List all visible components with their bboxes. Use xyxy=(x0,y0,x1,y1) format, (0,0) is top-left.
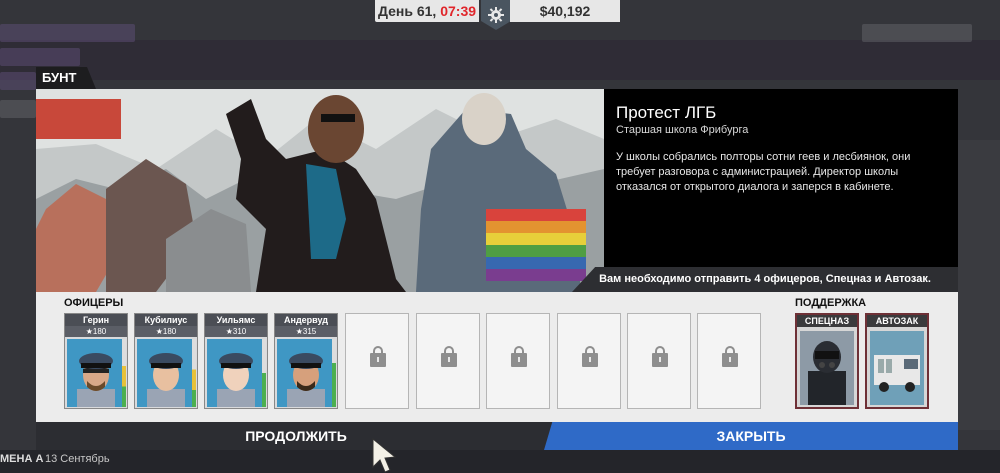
lock-icon xyxy=(582,346,598,367)
empty-officer-slot[interactable] xyxy=(557,313,621,409)
incident-location: Старшая школа Фрибурга xyxy=(616,124,749,136)
officer-card[interactable]: Герин ★180 xyxy=(64,313,128,409)
empty-officer-slot[interactable] xyxy=(486,313,550,409)
clock-time: 07:39 xyxy=(440,3,477,19)
dispatch-roster: ОФИЦЕРЫ ПОДДЕРЖКА Герин ★180 Кубилиус ★1… xyxy=(36,292,958,422)
close-button[interactable]: ЗАКРЫТЬ xyxy=(544,422,958,450)
incident-info: Протест ЛГБ Старшая школа Фрибурга У шко… xyxy=(604,89,958,267)
officer-portrait xyxy=(207,339,265,407)
day-label: День 61, xyxy=(377,3,437,19)
officer-name: Андервуд xyxy=(275,314,337,326)
shift-label: МЕНА А xyxy=(0,453,44,465)
incident-illustration xyxy=(36,89,604,292)
officer-rank: ★310 xyxy=(205,326,267,337)
lock-icon xyxy=(441,346,457,367)
incident-panel: Протест ЛГБ Старшая школа Фрибурга У шко… xyxy=(36,89,958,422)
incident-description: У школы собрались полторы сотни геев и л… xyxy=(616,151,911,193)
support-card-swat[interactable]: СПЕЦНАЗ xyxy=(795,313,859,409)
officer-portrait xyxy=(277,339,335,407)
empty-officer-slot[interactable] xyxy=(627,313,691,409)
officer-card[interactable]: Кубилиус ★180 xyxy=(134,313,198,409)
lock-icon xyxy=(722,346,738,367)
officer-card[interactable]: Андервуд ★315 xyxy=(274,313,338,409)
day-time-display: День 61, 07:39 xyxy=(375,0,479,22)
cursor-icon xyxy=(372,437,397,473)
empty-officer-slot[interactable] xyxy=(697,313,761,409)
officer-card[interactable]: Уильямс ★310 xyxy=(204,313,268,409)
support-name: СПЕЦНАЗ xyxy=(797,315,857,327)
officers-heading: ОФИЦЕРЫ xyxy=(64,297,124,309)
empty-officer-slot[interactable] xyxy=(416,313,480,409)
lock-icon xyxy=(652,346,668,367)
officer-portrait xyxy=(137,339,195,407)
incident-title: Протест ЛГБ xyxy=(616,103,717,122)
swat-icon xyxy=(800,331,854,405)
officer-portrait xyxy=(67,339,125,407)
officer-stats-bar xyxy=(122,339,126,407)
date-label: 13 Сентябрь xyxy=(45,453,110,465)
lock-icon xyxy=(370,346,386,367)
continue-button[interactable]: ПРОДОЛЖИТЬ xyxy=(36,422,556,450)
support-heading: ПОДДЕРЖКА xyxy=(795,297,867,309)
empty-officer-slot[interactable] xyxy=(345,313,409,409)
requirement-banner: Вам необходимо отправить 4 офицеров, Спе… xyxy=(572,267,958,292)
officer-rank: ★180 xyxy=(65,326,127,337)
support-card-van[interactable]: АВТОЗАК xyxy=(865,313,929,409)
status-bar: МЕНА А 13 Сентябрь xyxy=(0,450,1000,473)
van-icon xyxy=(870,331,924,405)
officer-stats-bar xyxy=(332,339,336,407)
officer-rank: ★315 xyxy=(275,326,337,337)
officer-name: Кубилиус xyxy=(135,314,197,326)
incident-category-tab: БУНТ xyxy=(36,67,96,89)
officer-stats-bar xyxy=(192,339,196,407)
officer-rank: ★180 xyxy=(135,326,197,337)
officer-name: Уильямс xyxy=(205,314,267,326)
lock-icon xyxy=(511,346,527,367)
officer-stats-bar xyxy=(262,339,266,407)
money-display: $40,192 xyxy=(510,0,620,22)
gear-icon xyxy=(488,7,504,23)
top-hud: День 61, 07:39 $40,192 xyxy=(375,0,620,30)
officer-name: Герин xyxy=(65,314,127,326)
support-name: АВТОЗАК xyxy=(867,315,927,327)
